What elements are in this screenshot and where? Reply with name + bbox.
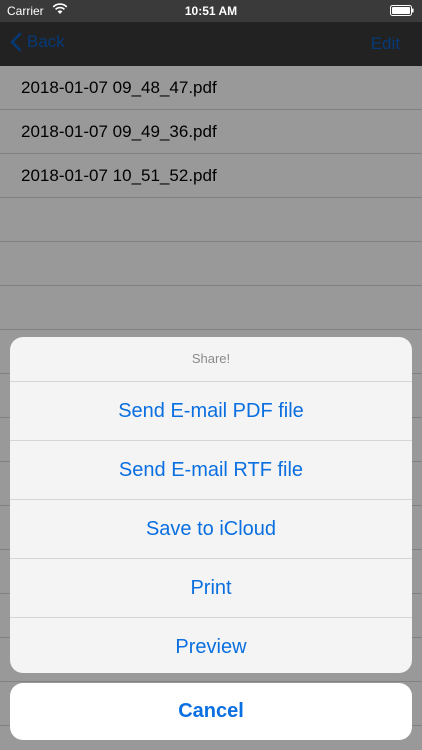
sheet-title: Share! [10,337,412,382]
clock: 10:51 AM [184,4,238,18]
status-bar: Carrier 10:51 AM [0,0,422,22]
battery-icon [390,5,414,16]
share-action-sheet: Share! Send E-mail PDF file Send E-mail … [10,337,412,673]
save-to-icloud-button[interactable]: Save to iCloud [10,500,412,559]
send-email-pdf-button[interactable]: Send E-mail PDF file [10,382,412,441]
cancel-button[interactable]: Cancel [10,683,412,740]
send-email-rtf-button[interactable]: Send E-mail RTF file [10,441,412,500]
print-button[interactable]: Print [10,559,412,618]
preview-button[interactable]: Preview [10,618,412,673]
